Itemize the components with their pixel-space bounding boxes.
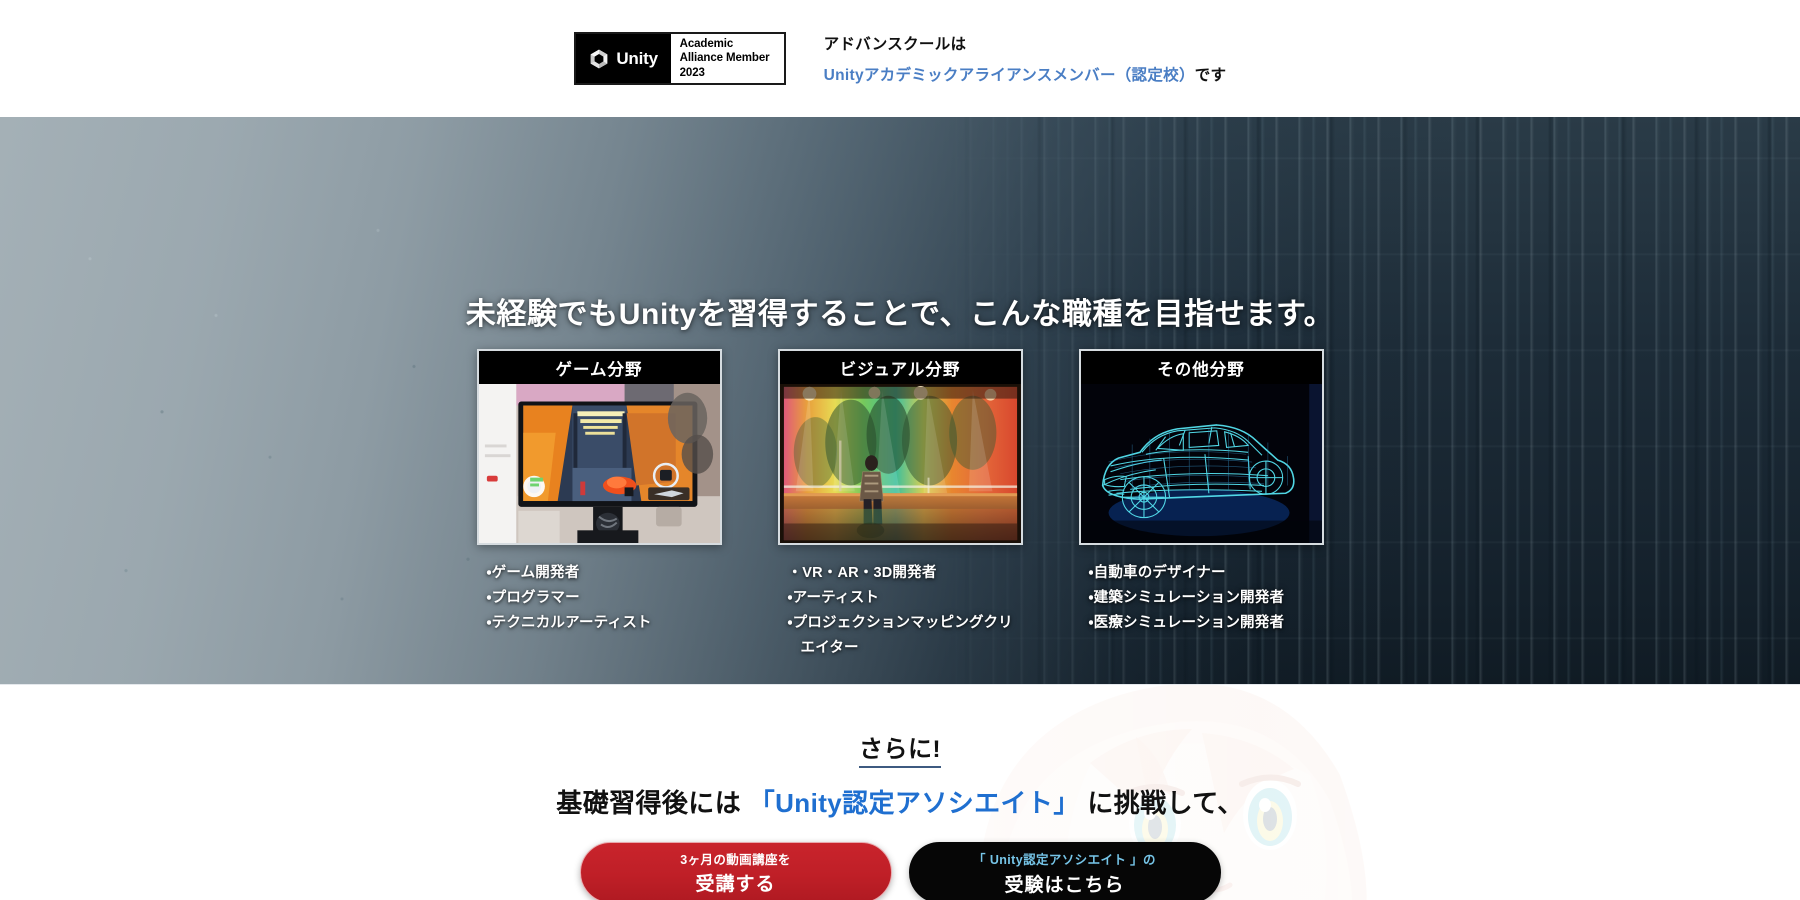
certification-buttons: 3ヶ月の動画講座を 受講する 「 Unity認定アソシエイト 」の 受験はこちら (0, 842, 1800, 900)
list-item: ・建築シミュレーション開発者 (1088, 589, 1285, 606)
unity-cube-icon (591, 49, 608, 68)
headline-highlight: 「Unity認定アソシエイト」 (748, 788, 1080, 818)
academic-alliance-bar: Unity Academic Alliance Member 2023 アドバン… (0, 0, 1800, 117)
list-item: ・VR・AR・3D開発者 (787, 565, 937, 581)
headline-suffix: に挑戦して、 (1087, 788, 1244, 818)
badge-line-academic: Academic (679, 37, 734, 50)
list-item: ・プロジェクションマッピングクリエイター (787, 614, 1013, 656)
lower-enroll-button[interactable]: 3ヶ月の動画講座を 受講する (579, 842, 892, 900)
section-kicker: さらに! (0, 729, 1800, 768)
alliance-description: アドバンスクールは Unityアカデミックアライアンスメンバー（認定校）です (824, 32, 1227, 85)
game-development-monitor-photo (478, 384, 720, 543)
career-card-list: ・自動車のデザイナー ・建築シミュレーション開発者 ・医療シミュレーション開発者 (1079, 561, 1324, 636)
badge-line-alliance-member: Alliance Member (679, 52, 770, 65)
career-card-frame: ビジュアル分野 (777, 349, 1023, 545)
unity-wordmark: Unity (616, 48, 658, 68)
certification-exam-button-subtitle: 「 Unity認定アソシエイト 」の (973, 852, 1156, 867)
career-card-visual: ビジュアル分野 ・VR・AR・3D開発者 ・アーティスト ・プロジェクションマッ… (777, 349, 1023, 661)
list-item: ・プログラマー (486, 589, 580, 606)
certification-section: さらに! 基礎習得後には 「Unity認定アソシエイト」 に挑戦して、 3ヶ月の… (0, 684, 1800, 900)
career-card-heading: その他分野 (1080, 351, 1322, 384)
unity-academic-alliance-badge: Unity Academic Alliance Member 2023 (573, 32, 786, 85)
wireframe-car-render-photo (1080, 384, 1322, 543)
career-card-frame: その他分野 (1078, 349, 1324, 545)
list-item: ・テクニカルアーティスト (486, 614, 652, 631)
list-item: ・ゲーム開発者 (486, 565, 580, 581)
lower-enroll-button-subtitle: 3ヶ月の動画講座を (680, 853, 791, 867)
academic-alliance-member-text: Academic Alliance Member 2023 (670, 34, 784, 83)
career-card-list: ・ゲーム開発者 ・プログラマー ・テクニカルアーティスト (477, 561, 722, 636)
section-kicker-text: さらに! (859, 736, 941, 768)
career-field-cards: ゲーム分野 ・ゲーム開発者 ・プログラマー ・テクニカルアーティスト ビジュアル… (0, 349, 1800, 661)
headline-prefix: 基礎習得後には (556, 788, 742, 818)
hero-title: 未経験でもUnityを習得することで、こんな職種を目指せます。 (465, 298, 1335, 331)
career-card-heading: ビジュアル分野 (779, 351, 1021, 384)
certification-headline: 基礎習得後には 「Unity認定アソシエイト」 に挑戦して、 (0, 783, 1800, 820)
certification-exam-button[interactable]: 「 Unity認定アソシエイト 」の 受験はこちら (908, 842, 1221, 900)
career-card-game: ゲーム分野 ・ゲーム開発者 ・プログラマー ・テクニカルアーティスト (476, 349, 722, 661)
projection-mapping-stage-photo (779, 384, 1021, 543)
badge-line-year: 2023 (679, 66, 705, 79)
career-card-list: ・VR・AR・3D開発者 ・アーティスト ・プロジェクションマッピングクリエイタ… (778, 561, 1023, 661)
alliance-description-suffix: です (1194, 67, 1227, 84)
hero-section: 未経験でもUnityを習得することで、こんな職種を目指せます。 ゲーム分野 ・ゲ… (0, 117, 1800, 684)
career-card-frame: ゲーム分野 (476, 349, 722, 545)
certification-exam-button-title: 受験はこちら (1004, 874, 1125, 896)
career-card-heading: ゲーム分野 (478, 351, 720, 384)
alliance-description-line2: Unityアカデミックアライアンスメンバー（認定校）です (824, 63, 1227, 85)
alliance-description-line1: アドバンスクールは (823, 36, 967, 53)
lower-enroll-button-title: 受講する (695, 874, 776, 895)
list-item: ・自動車のデザイナー (1088, 565, 1226, 581)
landing-page: Unity Academic Alliance Member 2023 アドバン… (0, 0, 1800, 900)
career-card-other: その他分野 ・自動車のデザイナー ・建築シミュレーション開発者 ・医療シミュレー… (1078, 349, 1324, 661)
list-item: ・医療シミュレーション開発者 (1088, 614, 1285, 631)
unity-logo-block: Unity (575, 34, 671, 83)
alliance-member-link[interactable]: Unityアカデミックアライアンスメンバー（認定校） (824, 67, 1195, 84)
list-item: ・アーティスト (787, 589, 880, 606)
